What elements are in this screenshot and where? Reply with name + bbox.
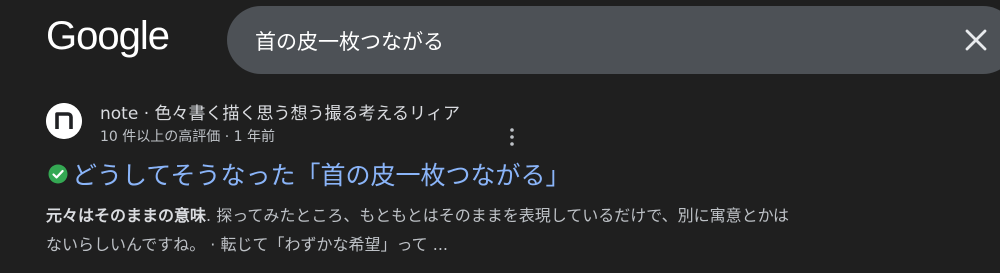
snippet-line-1: 元々はそのままの意味. 探ってみたところ、もともとはそのままを表現しているだけで… [46,201,946,230]
google-logo[interactable]: Google [46,14,170,59]
close-icon[interactable] [963,27,989,53]
result-snippet: 元々はそのままの意味. 探ってみたところ、もともとはそのままを表現しているだけで… [46,201,946,259]
snippet-highlight: 元々はそのままの意味 [46,206,207,225]
more-options-icon[interactable] [500,127,524,147]
snippet-line-1-rest: . 探ってみたところ、もともとはそのままを表現しているだけで、別に寓意とかは [206,206,789,225]
site-meta: 10 件以上の高評価 · 1 年前 [100,129,275,145]
verified-check-icon [48,164,68,184]
result-title-link[interactable]: どうしてそうなった「首の皮一枚つながる」 [72,156,571,192]
snippet-line-2: ないらしいんですね。 · 転じて「わずかな希望」って ... [46,235,449,254]
search-input[interactable]: 首の皮一枚つながる [255,26,444,56]
site-name[interactable]: note · 色々書く描く思う想う撮る考えるリィア [100,99,460,124]
site-logo-icon[interactable] [46,103,82,139]
search-box[interactable]: 首の皮一枚つながる [227,6,1000,74]
